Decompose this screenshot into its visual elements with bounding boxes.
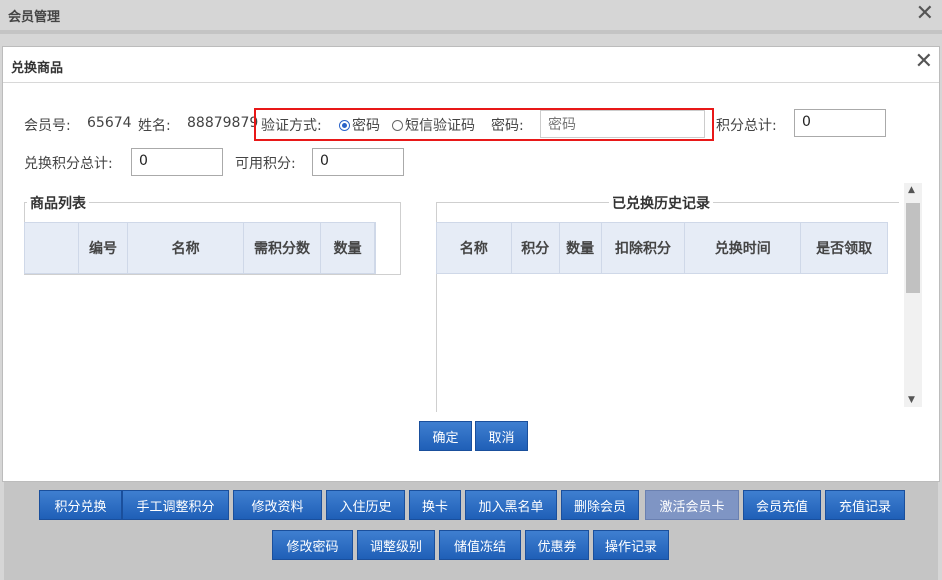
add-blacklist-button[interactable]: 加入黑名单 [465,490,557,520]
manual-adjust-points-button[interactable]: 手工调整积分 [122,490,229,520]
history-col-name[interactable]: 名称 [437,223,512,273]
radio-selected-icon[interactable] [339,120,350,131]
member-no-value: 65674 [87,115,132,131]
activate-card-button[interactable]: 激活会员卡 [645,490,739,520]
edit-profile-button[interactable]: 修改资料 [233,490,322,520]
verify-option-password-label: 密码 [352,118,380,134]
history-col-qty[interactable]: 数量 [560,223,602,273]
password-label: 密码: [491,118,524,134]
goods-list-legend: 商品列表 [27,193,89,213]
history-table-header: 名称 积分 数量 扣除积分 兑换时间 是否领取 [436,222,888,274]
member-no-label: 会员号: [24,118,71,134]
name-value: 88879879 [187,115,259,131]
goods-col-points[interactable]: 需积分数 [244,223,322,273]
change-card-button[interactable]: 换卡 [409,490,461,520]
verify-option-password[interactable]: 密码 [339,115,380,135]
coupon-button[interactable]: 优惠券 [525,530,589,560]
password-input[interactable] [540,110,705,138]
verify-option-sms-label: 短信验证码 [405,118,475,134]
scrollbar[interactable]: ▲ ▼ [904,183,922,407]
points-total-label: 积分总计: [716,118,777,134]
change-password-button[interactable]: 修改密码 [272,530,353,560]
background-close-icon[interactable]: ✕ [916,1,934,26]
divider [0,30,942,34]
recharge-record-button[interactable]: 充值记录 [825,490,905,520]
scroll-down-icon[interactable]: ▼ [908,395,915,405]
verify-option-sms[interactable]: 短信验证码 [392,115,475,135]
scroll-up-icon[interactable]: ▲ [908,185,915,195]
exchange-total-field[interactable]: 0 [131,148,223,176]
history-col-points[interactable]: 积分 [512,223,560,273]
exchange-total-label: 兑换积分总计: [24,156,113,172]
points-exchange-button[interactable]: 积分兑换 [39,490,122,520]
operation-log-button[interactable]: 操作记录 [593,530,669,560]
delete-member-button[interactable]: 删除会员 [561,490,639,520]
member-recharge-button[interactable]: 会员充值 [743,490,821,520]
goods-table-header: 编号 名称 需积分数 数量 [24,222,376,274]
confirm-button[interactable]: 确定 [419,421,472,451]
history-col-claimed[interactable]: 是否领取 [801,223,887,273]
cancel-button[interactable]: 取消 [475,421,528,451]
freeze-balance-button[interactable]: 储值冻结 [439,530,521,560]
exchange-goods-dialog: 兑换商品 ✕ 会员号: 65674 姓名: 88879879 验证方式: 密码 … [2,46,940,482]
points-total-field[interactable]: 0 [794,109,886,137]
name-label: 姓名: [138,118,171,134]
adjust-level-button[interactable]: 调整级别 [357,530,435,560]
stay-history-button[interactable]: 入住历史 [326,490,405,520]
history-legend: 已兑换历史记录 [609,193,713,213]
dialog-titlebar: 兑换商品 ✕ [3,47,939,83]
history-col-time[interactable]: 兑换时间 [685,223,802,273]
scrollbar-thumb[interactable] [906,203,920,293]
goods-col-no[interactable]: 编号 [79,223,129,273]
history-col-deduct[interactable]: 扣除积分 [602,223,686,273]
verify-method-label: 验证方式: [261,118,322,134]
dialog-title: 兑换商品 [11,61,64,76]
available-points-field[interactable]: 0 [312,148,404,176]
background-title: 会员管理 [8,10,61,25]
goods-col-qty[interactable]: 数量 [321,223,375,273]
goods-col-name[interactable]: 名称 [128,223,244,273]
action-panel: 积分兑换 手工调整积分 修改资料 入住历史 换卡 加入黑名单 删除会员 激活会员… [4,480,938,580]
radio-unselected-icon[interactable] [392,120,403,131]
goods-col-select[interactable] [25,223,79,273]
available-points-label: 可用积分: [235,156,296,172]
dialog-close-icon[interactable]: ✕ [915,49,933,74]
